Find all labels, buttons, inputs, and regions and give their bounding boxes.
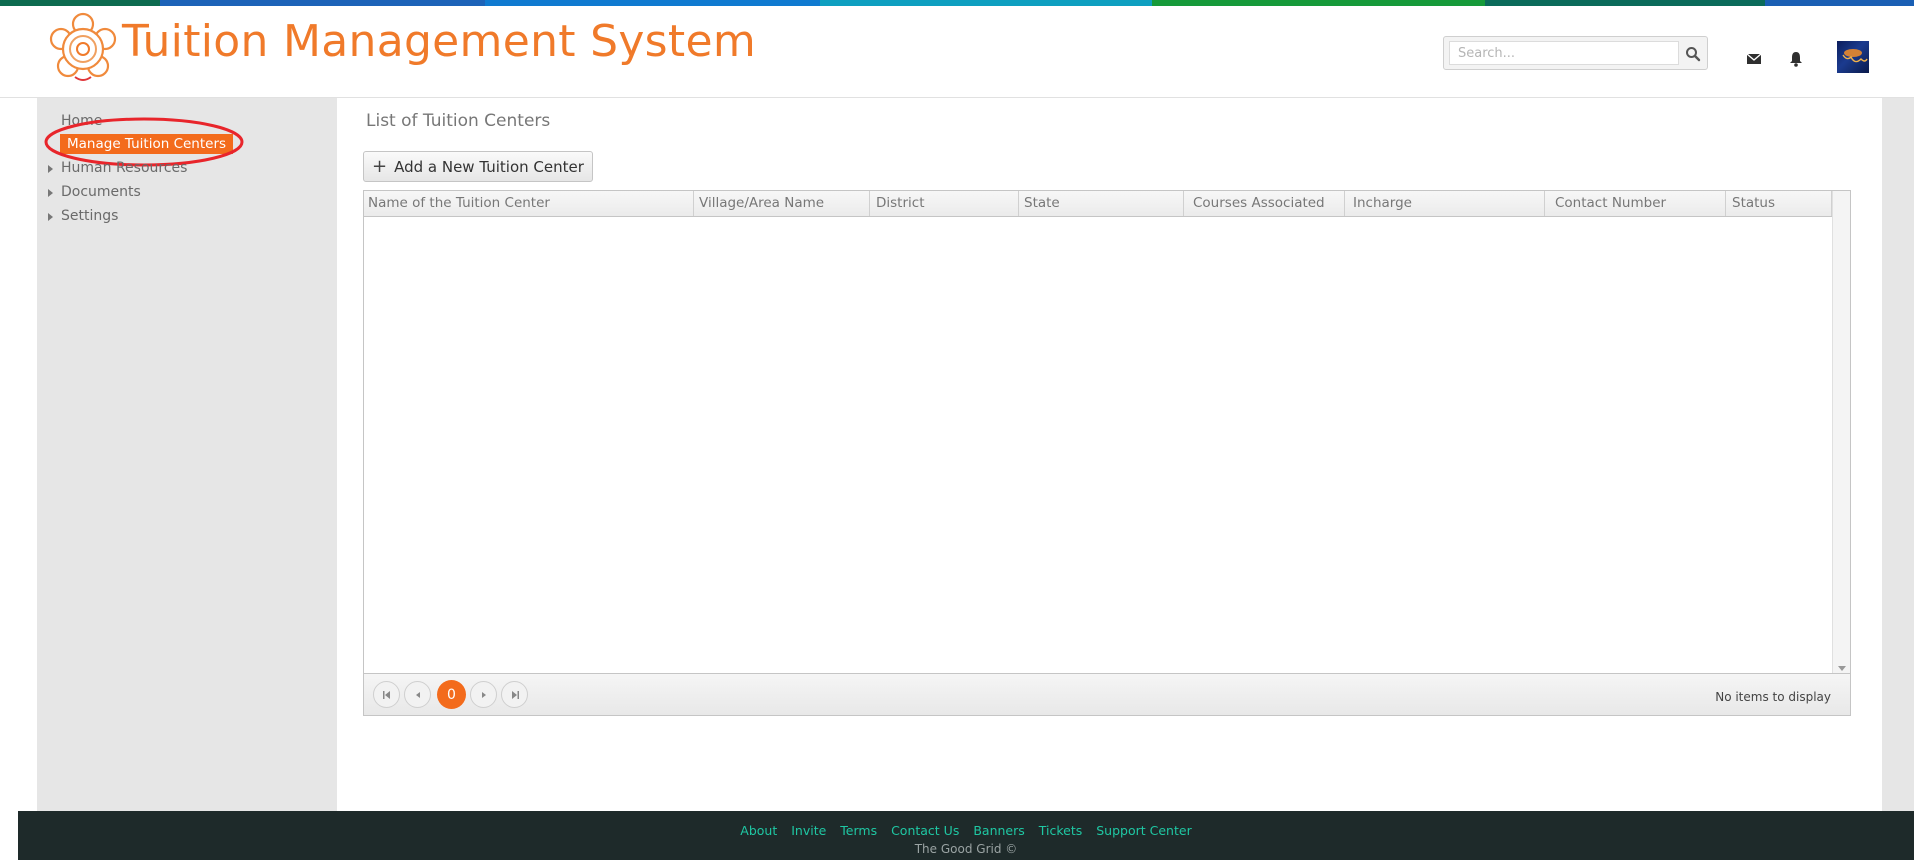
prev-page-button[interactable]	[404, 681, 431, 708]
sidebar	[37, 98, 337, 811]
grid-header: Name of the Tuition Center Village/Area …	[364, 191, 1832, 217]
last-page-button[interactable]	[501, 681, 528, 708]
pager-info: No items to display	[1715, 690, 1831, 704]
tuition-centers-grid: Name of the Tuition Center Village/Area …	[363, 190, 1851, 716]
header: Tuition Management System	[0, 6, 1914, 98]
sidebar-item-label: Settings	[61, 208, 119, 224]
footer-link-contact-us[interactable]: Contact Us	[891, 823, 959, 838]
grid-scrollbar[interactable]	[1832, 191, 1850, 675]
column-header-status[interactable]: Status	[1726, 191, 1832, 216]
column-header-name[interactable]: Name of the Tuition Center	[364, 191, 694, 216]
current-page[interactable]: 0	[437, 680, 466, 709]
page-title: List of Tuition Centers	[366, 111, 551, 131]
sidebar-item-label: Documents	[61, 184, 141, 200]
sidebar-item-settings[interactable]: Settings	[48, 208, 119, 224]
column-header-district[interactable]: District	[870, 191, 1019, 216]
expand-arrow-icon	[48, 165, 53, 173]
first-page-icon	[382, 690, 390, 699]
avatar[interactable]	[1837, 41, 1869, 73]
column-header-village[interactable]: Village/Area Name	[694, 191, 870, 216]
bell-icon[interactable]	[1787, 50, 1805, 68]
mail-icon[interactable]	[1745, 50, 1763, 68]
plus-icon: +	[372, 155, 388, 177]
expand-arrow-icon	[48, 213, 53, 221]
app-title: Tuition Management System	[122, 16, 756, 67]
add-tuition-center-button[interactable]: + Add a New Tuition Center	[363, 151, 593, 182]
sidebar-item-label: Human Resources	[61, 160, 188, 176]
footer-link-terms[interactable]: Terms	[840, 823, 877, 838]
next-page-icon	[481, 691, 486, 698]
search-box	[1443, 36, 1708, 70]
sidebar-item-documents[interactable]: Documents	[48, 184, 141, 200]
footer-link-support-center[interactable]: Support Center	[1096, 823, 1191, 838]
footer-link-tickets[interactable]: Tickets	[1039, 823, 1083, 838]
expand-arrow-icon	[48, 189, 53, 197]
search-input[interactable]	[1449, 41, 1679, 65]
next-page-button[interactable]	[470, 681, 497, 708]
grid-pager: 0 No items to display	[364, 673, 1850, 715]
footer-links: About Invite Terms Contact Us Banners Ti…	[18, 823, 1914, 838]
footer-link-invite[interactable]: Invite	[791, 823, 826, 838]
logo-icon[interactable]	[48, 11, 118, 85]
footer-link-banners[interactable]: Banners	[973, 823, 1024, 838]
prev-page-icon	[415, 691, 420, 698]
add-button-label: Add a New Tuition Center	[394, 157, 584, 176]
search-icon[interactable]	[1685, 46, 1701, 62]
column-header-courses[interactable]: Courses Associated	[1184, 191, 1345, 216]
column-header-state[interactable]: State	[1019, 191, 1184, 216]
footer-link-about[interactable]: About	[740, 823, 777, 838]
last-page-icon	[511, 690, 519, 699]
footer-copyright: The Good Grid ©	[914, 842, 1018, 856]
right-gutter	[1882, 98, 1914, 811]
scroll-down-icon[interactable]	[1838, 666, 1846, 671]
first-page-button[interactable]	[373, 681, 400, 708]
sidebar-item-human-resources[interactable]: Human Resources	[48, 160, 188, 176]
column-header-contact[interactable]: Contact Number	[1545, 191, 1726, 216]
footer: About Invite Terms Contact Us Banners Ti…	[18, 811, 1914, 860]
column-header-incharge[interactable]: Incharge	[1345, 191, 1545, 216]
